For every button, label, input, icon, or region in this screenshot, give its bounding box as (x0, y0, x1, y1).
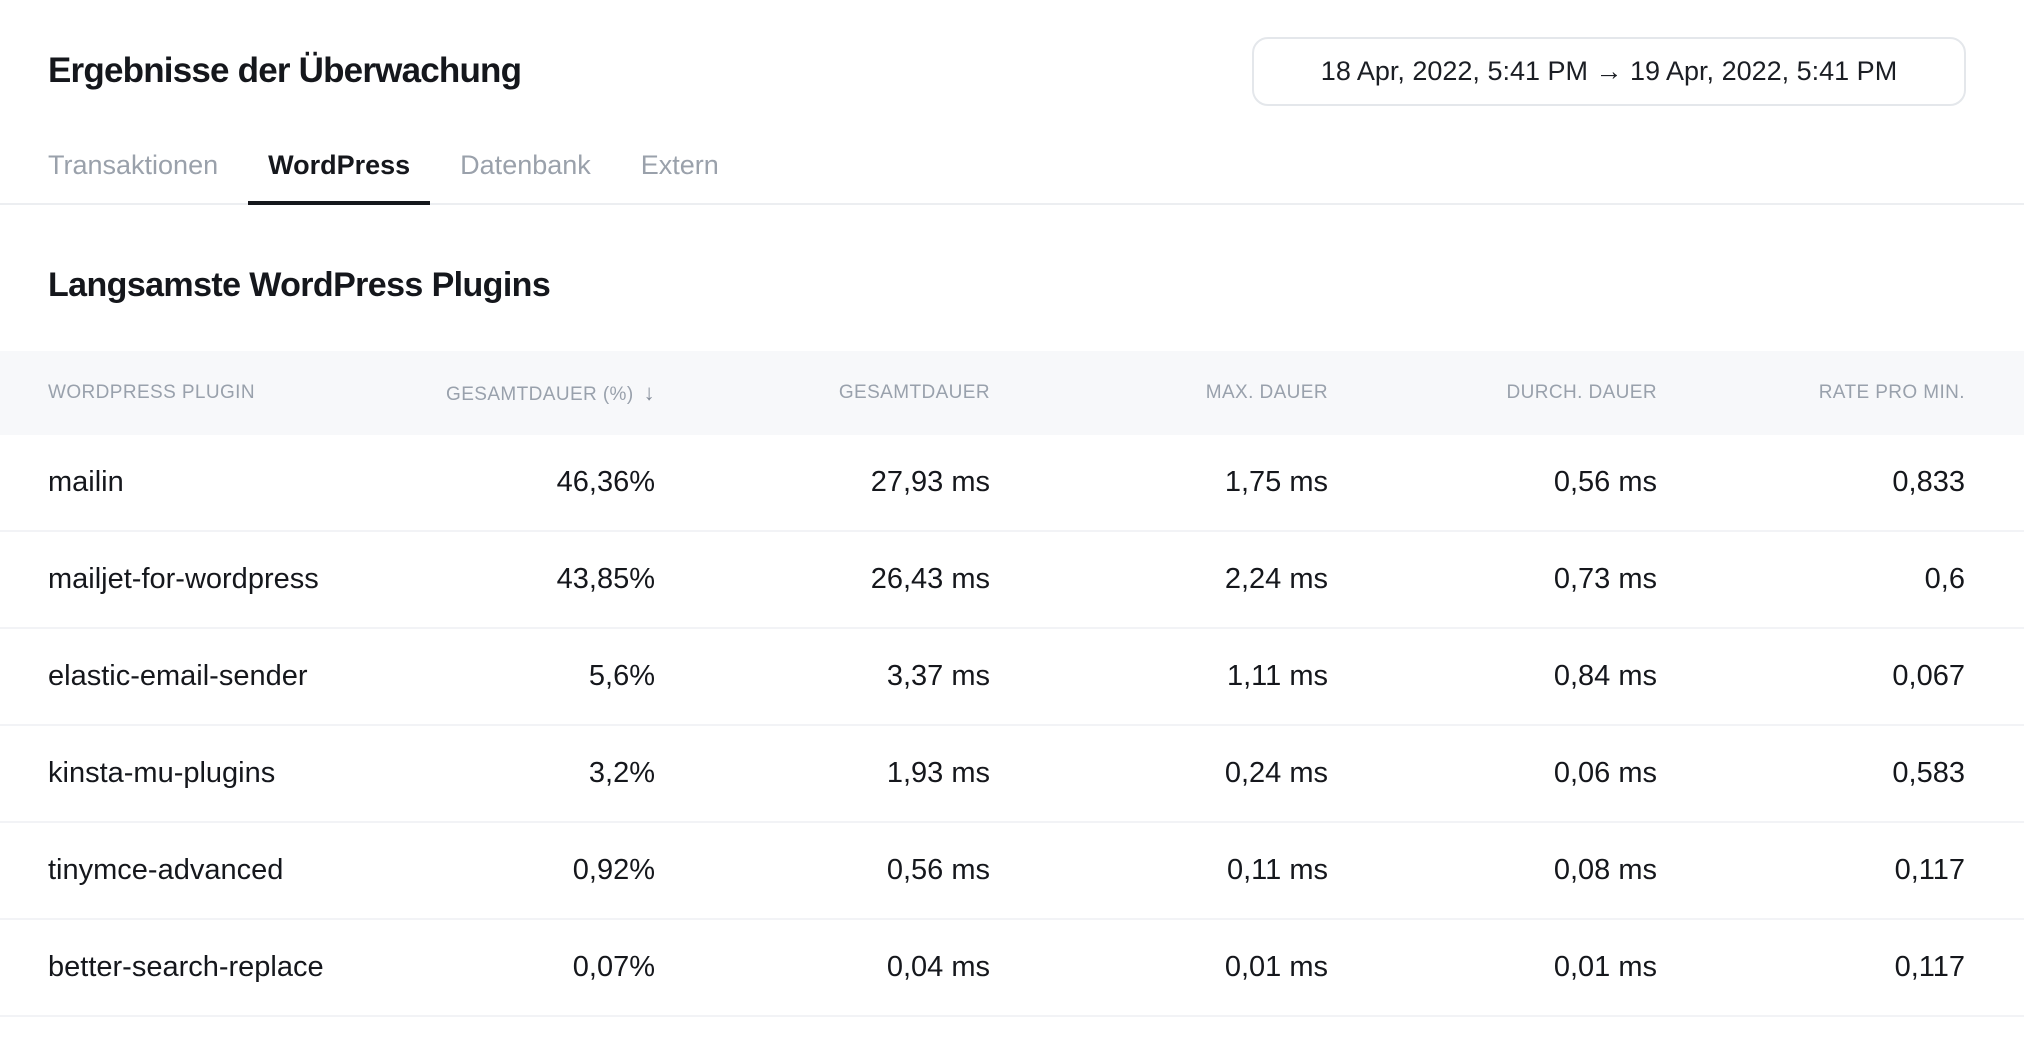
tab-wordpress[interactable]: WordPress (248, 140, 430, 205)
topbar: Ergebnisse der Überwachung 18 Apr, 2022,… (0, 36, 2024, 106)
column-header-label: GESAMTDAUER (%) (446, 384, 634, 405)
page-title: Ergebnisse der Überwachung (48, 51, 521, 91)
metric-cell: 0,117 (1657, 951, 2024, 984)
metric-cell: 3,2% (360, 757, 655, 790)
metric-cell: 5,6% (360, 660, 655, 693)
plugin-name-cell: mailin (0, 466, 360, 499)
metric-cell: 0,583 (1657, 757, 2024, 790)
column-header[interactable]: MAX. DAUER (990, 382, 1328, 404)
metric-cell: 43,85% (360, 563, 655, 596)
column-header[interactable]: WORDPRESS PLUGIN (0, 382, 360, 404)
column-header[interactable]: GESAMTDAUER (%) ↓ (360, 380, 655, 406)
metric-cell: 0,6 (1657, 563, 2024, 596)
plugin-name-cell: kinsta-mu-plugins (0, 757, 360, 790)
slowest-plugins-table: WORDPRESS PLUGINGESAMTDAUER (%)↓GESAMTDA… (0, 351, 2024, 1017)
metric-cell: 0,01 ms (990, 951, 1328, 984)
metric-cell: 2,24 ms (990, 563, 1328, 596)
metric-cell: 0,73 ms (1328, 563, 1657, 596)
metric-cell: 0,07% (360, 951, 655, 984)
metric-cell: 0,56 ms (1328, 466, 1657, 499)
column-header-label: MAX. DAUER (1206, 382, 1328, 403)
column-header-label: GESAMTDAUER (839, 382, 990, 403)
column-header-label: DURCH. DAUER (1507, 382, 1657, 403)
table-row[interactable]: mailjet-for-wordpress43,85%26,43 ms2,24 … (0, 532, 2024, 629)
column-header[interactable]: GESAMTDAUER (655, 382, 990, 404)
section-title: Langsamste WordPress Plugins (48, 265, 2024, 305)
metric-cell: 0,08 ms (1328, 854, 1657, 887)
metric-cell: 1,93 ms (655, 757, 990, 790)
metric-cell: 0,01 ms (1328, 951, 1657, 984)
tab-transaktionen[interactable]: Transaktionen (28, 140, 238, 205)
table-row[interactable]: tinymce-advanced0,92%0,56 ms0,11 ms0,08 … (0, 823, 2024, 920)
metric-cell: 0,92% (360, 854, 655, 887)
column-header-label: WORDPRESS PLUGIN (48, 382, 255, 403)
metric-cell: 0,06 ms (1328, 757, 1657, 790)
metric-cell: 0,11 ms (990, 854, 1328, 887)
metric-cell: 1,11 ms (990, 660, 1328, 693)
plugin-name-cell: mailjet-for-wordpress (0, 563, 360, 596)
table-row[interactable]: mailin46,36%27,93 ms1,75 ms0,56 ms0,833 (0, 435, 2024, 532)
tab-extern[interactable]: Extern (621, 140, 739, 205)
metric-cell: 0,067 (1657, 660, 2024, 693)
date-range-picker-button[interactable]: 18 Apr, 2022, 5:41 PM → 19 Apr, 2022, 5:… (1252, 37, 1966, 106)
table-row[interactable]: elastic-email-sender5,6%3,37 ms1,11 ms0,… (0, 629, 2024, 726)
column-header-label: RATE PRO MIN. (1819, 382, 1965, 403)
metric-cell: 46,36% (360, 466, 655, 499)
metric-cell: 27,93 ms (655, 466, 990, 499)
plugin-name-cell: tinymce-advanced (0, 854, 360, 887)
metric-cell: 26,43 ms (655, 563, 990, 596)
table-header: WORDPRESS PLUGINGESAMTDAUER (%)↓GESAMTDA… (0, 351, 2024, 435)
tab-bar: TransaktionenWordPressDatenbankExtern (0, 140, 2024, 205)
tab-datenbank[interactable]: Datenbank (440, 140, 611, 205)
sort-descending-icon: ↓ (644, 380, 655, 405)
plugin-name-cell: elastic-email-sender (0, 660, 360, 693)
table-header-row: WORDPRESS PLUGINGESAMTDAUER (%)↓GESAMTDA… (0, 351, 2024, 435)
metric-cell: 0,24 ms (990, 757, 1328, 790)
metric-cell: 0,833 (1657, 466, 2024, 499)
column-header[interactable]: DURCH. DAUER (1328, 382, 1657, 404)
metric-cell: 0,117 (1657, 854, 2024, 887)
table-row[interactable]: better-search-replace0,07%0,04 ms0,01 ms… (0, 920, 2024, 1017)
metric-cell: 0,84 ms (1328, 660, 1657, 693)
metric-cell: 3,37 ms (655, 660, 990, 693)
column-header[interactable]: RATE PRO MIN. (1657, 382, 2024, 404)
table-row[interactable]: kinsta-mu-plugins3,2%1,93 ms0,24 ms0,06 … (0, 726, 2024, 823)
table-body: mailin46,36%27,93 ms1,75 ms0,56 ms0,833m… (0, 435, 2024, 1017)
metric-cell: 0,56 ms (655, 854, 990, 887)
metric-cell: 1,75 ms (990, 466, 1328, 499)
metric-cell: 0,04 ms (655, 951, 990, 984)
plugin-name-cell: better-search-replace (0, 951, 360, 984)
